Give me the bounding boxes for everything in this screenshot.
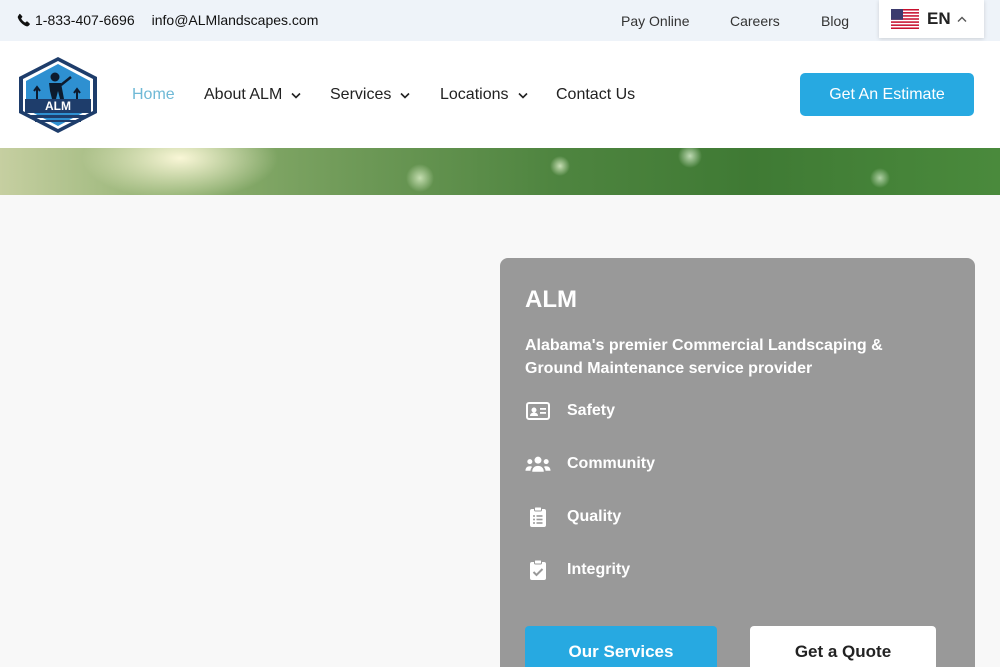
feature-safety: Safety <box>525 400 615 422</box>
main-nav: Home About ALM Services Locations Contac… <box>0 86 800 106</box>
nav-about-label: About ALM <box>204 86 283 103</box>
feature-label: Safety <box>567 402 616 419</box>
nav-services[interactable]: Services <box>330 86 410 104</box>
nav-about[interactable]: About ALM <box>204 86 301 104</box>
feature-integrity: Integrity <box>525 559 630 581</box>
careers-link[interactable]: Careers <box>730 13 780 29</box>
intro-card: ALM Alabama's premier Commercial Landsca… <box>500 258 975 667</box>
feature-label: Quality <box>567 508 622 525</box>
language-selector[interactable]: EN <box>879 0 984 38</box>
language-code: EN <box>927 9 951 28</box>
nav-contact[interactable]: Contact Us <box>556 86 635 104</box>
chevron-down-icon <box>291 92 301 99</box>
our-services-button[interactable]: Our Services <box>525 626 717 667</box>
users-icon <box>525 453 551 475</box>
clipboard-list-icon <box>525 506 551 528</box>
chevron-down-icon <box>517 92 528 99</box>
feature-quality: Quality <box>525 506 621 528</box>
pay-online-link[interactable]: Pay Online <box>621 13 689 29</box>
nav-services-label: Services <box>330 86 392 103</box>
clipboard-check-icon <box>525 559 551 581</box>
blog-link[interactable]: Blog <box>821 13 849 29</box>
card-title: ALM <box>525 286 577 313</box>
chevron-up-icon <box>957 16 967 22</box>
nav-home-label: Home <box>132 86 175 103</box>
get-estimate-button[interactable]: Get An Estimate <box>800 73 974 116</box>
card-subtitle: Alabama's premier Commercial Landscaping… <box>525 337 883 377</box>
nav-locations-label: Locations <box>440 86 509 103</box>
site-header: ALM Home About ALM Services Locations Co… <box>0 41 1000 148</box>
us-flag-icon <box>891 9 919 29</box>
feature-label: Integrity <box>567 561 631 578</box>
utility-links: Pay Online Careers Blog <box>0 13 1000 29</box>
id-card-icon <box>525 400 551 422</box>
feature-community: Community <box>525 453 655 475</box>
nav-home[interactable]: Home <box>132 86 175 104</box>
feature-label: Community <box>567 455 655 472</box>
top-utility-bar: 1-833-407-6696 info@ALMlandscapes.com Pa… <box>0 0 1000 41</box>
nav-contact-label: Contact Us <box>556 86 636 103</box>
nav-locations[interactable]: Locations <box>440 86 528 104</box>
get-quote-button[interactable]: Get a Quote <box>750 626 936 667</box>
hero-image <box>0 148 1000 195</box>
chevron-down-icon <box>400 92 410 99</box>
